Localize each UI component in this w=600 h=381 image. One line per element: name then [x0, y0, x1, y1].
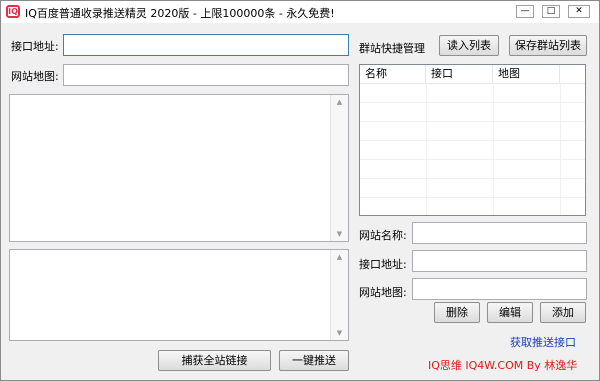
grid-line [360, 178, 585, 179]
scroll-up-icon[interactable]: ▲ [331, 98, 348, 106]
save-list-button[interactable]: 保存群站列表 [509, 35, 587, 56]
links-textarea[interactable]: ▲ ▼ [9, 94, 349, 242]
links-scrollbar[interactable]: ▲ ▼ [330, 95, 348, 241]
site-name-input[interactable] [412, 222, 587, 244]
table-header: 名称 接口 地图 [360, 65, 585, 84]
push-all-button[interactable]: 一键推送 [279, 350, 349, 371]
delete-button[interactable]: 删除 [434, 302, 480, 323]
site-list-table[interactable]: 名称 接口 地图 [359, 64, 586, 216]
close-button[interactable]: ✕ [568, 5, 590, 18]
sitemap-input[interactable] [63, 64, 349, 86]
api-address-label: 接口地址: [11, 38, 59, 54]
sitemap-label: 网站地图: [11, 68, 59, 84]
site-api-label: 接口地址: [359, 256, 407, 272]
title-bar: IQ IQ百度普通收录推送精灵 2020版 - 上限100000条 - 永久免费… [1, 1, 599, 23]
footer-credit: IQ思维 IQ4W.COM By 林逸华 [428, 357, 577, 373]
add-button[interactable]: 添加 [540, 302, 586, 323]
site-map-input[interactable] [412, 278, 587, 300]
grid-line [360, 102, 585, 103]
column-api[interactable]: 接口 [426, 65, 493, 83]
app-logo-icon: IQ [6, 5, 20, 18]
site-name-label: 网站名称: [359, 227, 407, 243]
scroll-up-icon[interactable]: ▲ [331, 253, 348, 261]
app-window: IQ IQ百度普通收录推送精灵 2020版 - 上限100000条 - 永久免费… [0, 0, 600, 381]
log-scrollbar[interactable]: ▲ ▼ [330, 250, 348, 340]
group-manager-title: 群站快捷管理 [359, 40, 425, 56]
scroll-down-icon[interactable]: ▼ [331, 329, 348, 337]
capture-links-button[interactable]: 捕获全站链接 [158, 350, 271, 371]
maximize-icon: □ [547, 6, 556, 16]
edit-button[interactable]: 编辑 [487, 302, 533, 323]
grid-line [360, 197, 585, 198]
get-push-api-link[interactable]: 获取推送接口 [510, 334, 576, 350]
read-list-button[interactable]: 读入列表 [439, 35, 499, 56]
grid-line [360, 121, 585, 122]
column-map[interactable]: 地图 [493, 65, 560, 83]
window-title: IQ百度普通收录推送精灵 2020版 - 上限100000条 - 永久免费! [25, 5, 335, 21]
grid-line [360, 140, 585, 141]
maximize-button[interactable]: □ [542, 5, 560, 18]
scroll-down-icon[interactable]: ▼ [331, 230, 348, 238]
minimize-button[interactable]: — [516, 5, 534, 18]
site-api-input[interactable] [412, 250, 587, 272]
log-textarea[interactable]: ▲ ▼ [9, 249, 349, 341]
site-map-label: 网站地图: [359, 284, 407, 300]
grid-line [360, 159, 585, 160]
close-icon: ✕ [575, 6, 583, 16]
minimize-icon: — [521, 6, 530, 16]
api-address-input[interactable] [63, 34, 349, 56]
column-name[interactable]: 名称 [360, 65, 426, 83]
